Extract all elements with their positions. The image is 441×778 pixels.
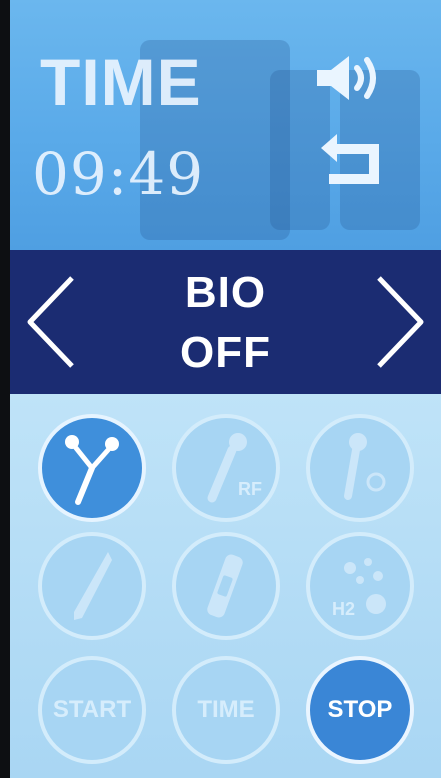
rf-tool-button[interactable]: RF (172, 414, 280, 522)
bio-tongs-icon (65, 435, 119, 505)
spray-tool-button[interactable] (172, 532, 280, 640)
stop-button[interactable]: STOP (306, 656, 414, 764)
start-button[interactable]: START (38, 656, 146, 764)
treatment-button-grid: RF H2 START TIME STOP (10, 394, 441, 778)
pen-tool-button[interactable] (38, 532, 146, 640)
mode-selector-bar: BIO OFF (10, 250, 441, 394)
start-label: START (52, 696, 132, 723)
back-return-icon (321, 134, 379, 184)
stop-label: STOP (327, 696, 393, 723)
header-area: TIME 09:49 (10, 0, 441, 250)
time-value: 09:49 (32, 140, 205, 208)
cold-tool-button[interactable] (306, 414, 414, 522)
pen-probe-icon (74, 552, 112, 620)
back-button[interactable] (316, 128, 388, 188)
rf-label: RF (238, 479, 262, 499)
speaker-icon (317, 56, 376, 100)
time-button[interactable]: TIME (172, 656, 280, 764)
device-screen: TIME 09:49 BIO OFF RF H2 START TIME STOP (10, 0, 441, 778)
spray-bottle-icon (207, 554, 243, 618)
bio-tool-button[interactable] (38, 414, 146, 522)
time-title: TIME (40, 45, 202, 119)
next-mode-arrow-icon[interactable] (371, 272, 431, 372)
cold-hammer-icon (344, 433, 386, 500)
speaker-button[interactable] (312, 48, 384, 108)
h2-label: H2 (332, 599, 356, 619)
hydrogen-tool-button[interactable]: H2 (306, 532, 414, 640)
time-label: TIME (197, 696, 255, 723)
